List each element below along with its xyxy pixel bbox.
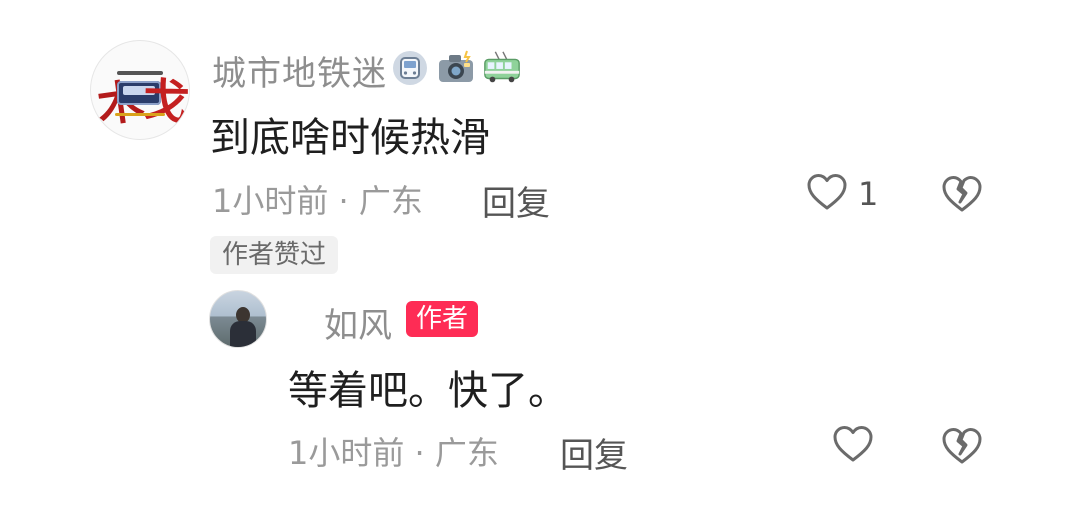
reply-username[interactable]: 如风 <box>324 298 392 347</box>
reply-reply-button[interactable]: 回复 <box>560 428 628 477</box>
broken-heart-icon <box>940 428 984 470</box>
author-badge: 作者 <box>406 301 479 337</box>
comment-reply-button[interactable]: 回复 <box>482 176 550 225</box>
heart-outline-icon <box>832 424 874 468</box>
reply-avatar[interactable] <box>209 290 267 348</box>
avatar-glyph-right: 戈 <box>139 71 190 131</box>
broken-heart-icon <box>940 176 984 218</box>
comment-like-count: 1 <box>858 175 879 213</box>
reply-time-location: 1小时前 · 广东 <box>288 434 499 472</box>
heart-outline-icon <box>806 172 848 216</box>
trolleybus-icon <box>482 48 522 88</box>
reply-dislike-button[interactable] <box>940 426 984 470</box>
camera-flash-icon <box>436 48 476 88</box>
metro-train-icon <box>390 48 430 88</box>
avatar-person-body <box>230 321 256 347</box>
reply-text: 等着吧。快了。 <box>288 368 568 414</box>
avatar-decor-bottom <box>115 113 165 116</box>
comment-dislike-button[interactable] <box>940 174 984 218</box>
reply-like-button[interactable] <box>832 424 884 468</box>
commenter-avatar[interactable]: 木 戈 <box>90 40 190 140</box>
username-emojis <box>390 46 522 90</box>
comment-time-location: 1小时前 · 广东 <box>212 182 423 220</box>
author-liked-badge: 作者赞过 <box>210 236 339 274</box>
commenter-username[interactable]: 城市地铁迷 <box>212 46 387 95</box>
comment-like-button[interactable]: 1 <box>806 172 878 216</box>
comment-text: 到底啥时候热滑 <box>210 115 490 161</box>
